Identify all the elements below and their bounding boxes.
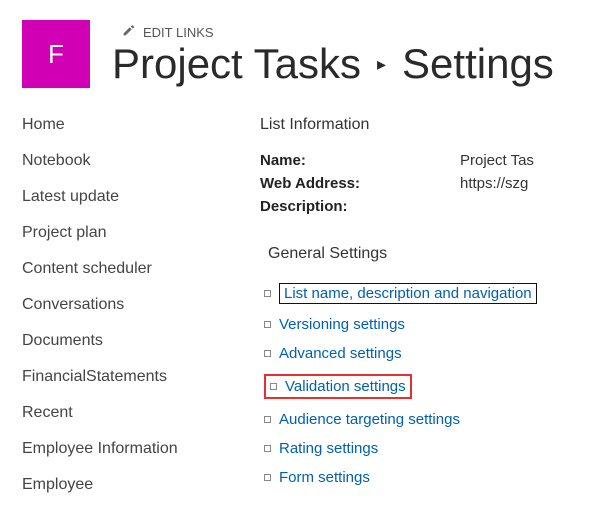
description-label: Description: [260, 198, 460, 215]
general-settings-heading: General Settings [260, 245, 603, 263]
bullet-icon [264, 321, 271, 328]
validation-highlight: Validation settings [264, 374, 412, 399]
page-title: Project Tasks ▸ Settings [112, 42, 554, 86]
main-content: List Information Name: Project Tas Web A… [220, 116, 603, 512]
list-information-heading: List Information [260, 116, 603, 134]
edit-links-button[interactable]: EDIT LINKS [122, 24, 554, 40]
setting-rating-link[interactable]: Rating settings [279, 440, 378, 457]
bullet-icon [264, 290, 271, 297]
sidebar-item-conversations[interactable]: Conversations [22, 296, 220, 314]
sidebar-item-documents[interactable]: Documents [22, 332, 220, 350]
pencil-icon [122, 24, 135, 40]
bullet-icon [264, 416, 271, 423]
name-label: Name: [260, 152, 460, 169]
web-address-label: Web Address: [260, 175, 460, 192]
sidebar-item-latest-update[interactable]: Latest update [22, 188, 220, 206]
bullet-icon [264, 445, 271, 452]
setting-versioning: Versioning settings [264, 316, 603, 333]
general-settings-list: List name, description and navigation Ve… [260, 283, 603, 486]
name-value: Project Tas [460, 152, 534, 169]
bullet-icon [270, 383, 277, 390]
breadcrumb-part1[interactable]: Project Tasks [112, 42, 361, 86]
setting-validation: Validation settings [264, 374, 603, 399]
setting-advanced: Advanced settings [264, 345, 603, 362]
setting-advanced-link[interactable]: Advanced settings [279, 345, 402, 362]
setting-list-name-link[interactable]: List name, description and navigation [279, 283, 537, 304]
setting-versioning-link[interactable]: Versioning settings [279, 316, 405, 333]
setting-audience-targeting-link[interactable]: Audience targeting settings [279, 411, 460, 428]
setting-form: Form settings [264, 469, 603, 486]
setting-rating: Rating settings [264, 440, 603, 457]
sidebar: Home Notebook Latest update Project plan… [0, 116, 220, 512]
sidebar-item-employee-information[interactable]: Employee Information [22, 440, 220, 458]
sidebar-item-notebook[interactable]: Notebook [22, 152, 220, 170]
site-logo[interactable]: F [22, 20, 90, 88]
edit-links-label: EDIT LINKS [143, 25, 214, 40]
setting-form-link[interactable]: Form settings [279, 469, 370, 486]
sidebar-item-employee[interactable]: Employee [22, 476, 220, 494]
breadcrumb-separator-icon: ▸ [377, 55, 386, 74]
bullet-icon [264, 350, 271, 357]
sidebar-item-project-plan[interactable]: Project plan [22, 224, 220, 242]
sidebar-item-home[interactable]: Home [22, 116, 220, 134]
breadcrumb-part2: Settings [402, 42, 554, 86]
setting-validation-link[interactable]: Validation settings [285, 378, 406, 395]
sidebar-item-recent[interactable]: Recent [22, 404, 220, 422]
sidebar-item-content-scheduler[interactable]: Content scheduler [22, 260, 220, 278]
sidebar-item-financialstatements[interactable]: FinancialStatements [22, 368, 220, 386]
bullet-icon [264, 474, 271, 481]
setting-audience-targeting: Audience targeting settings [264, 411, 603, 428]
web-address-value: https://szg [460, 175, 528, 192]
setting-list-name: List name, description and navigation [264, 283, 603, 304]
